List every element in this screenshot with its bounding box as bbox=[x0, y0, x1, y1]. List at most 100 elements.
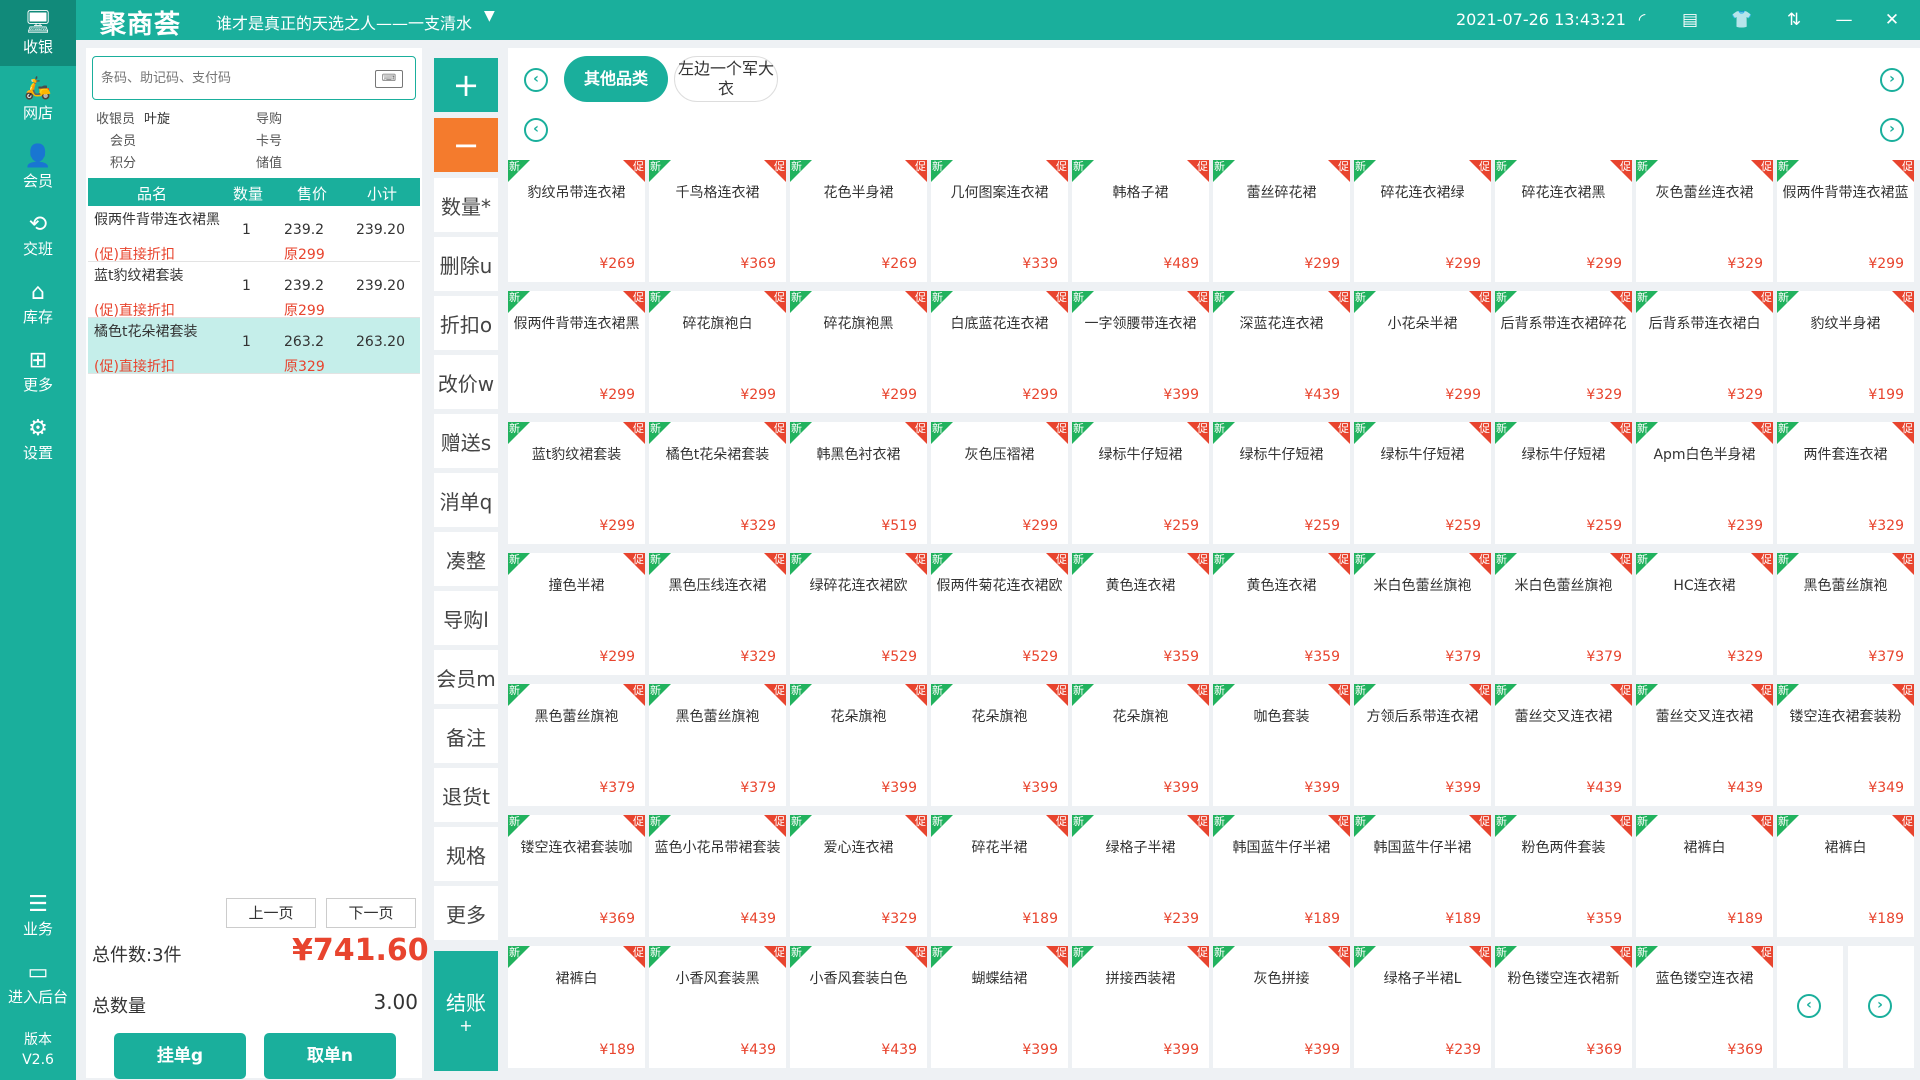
product-card[interactable]: 新 促裙裤白 ¥189 bbox=[508, 946, 645, 1068]
product-card[interactable]: 新 促后背系带连衣裙白 ¥329 bbox=[1636, 291, 1773, 413]
product-card[interactable]: 新 促爱心连衣裙 ¥329 bbox=[790, 815, 927, 937]
hold-order-button[interactable]: 挂单g bbox=[114, 1033, 246, 1079]
product-card[interactable]: 新 促黑色蕾丝旗袍 ¥379 bbox=[508, 684, 645, 806]
product-card[interactable]: 新 促蕾丝交叉连衣裙 ¥439 bbox=[1636, 684, 1773, 806]
product-card[interactable]: 新 促假两件菊花连衣裙欧 ¥529 bbox=[931, 553, 1068, 675]
product-card[interactable]: 新 促米白色蕾丝旗袍 ¥379 bbox=[1495, 553, 1632, 675]
product-card[interactable]: 新 促韩国蓝牛仔半裙 ¥189 bbox=[1354, 815, 1491, 937]
product-card[interactable]: 新 促粉色两件套装 ¥359 bbox=[1495, 815, 1632, 937]
product-card[interactable]: 新 促碎花旗袍白 ¥299 bbox=[649, 291, 786, 413]
category-prev-icon[interactable]: ‹ bbox=[524, 68, 548, 92]
product-card[interactable]: 新 促黄色连衣裙 ¥359 bbox=[1072, 553, 1209, 675]
nav-shift[interactable]: ⟲ 交班 bbox=[0, 202, 76, 268]
product-card[interactable]: 新 促深蓝花连衣裙 ¥439 bbox=[1213, 291, 1350, 413]
product-card[interactable]: 新 促绿格子半裙 ¥239 bbox=[1072, 815, 1209, 937]
cart-row-selected[interactable]: 橘色t花朵裙套装 (促)直接折扣 1 263.2 263.20 原329 bbox=[88, 318, 420, 375]
switch-icon[interactable]: ⇅ bbox=[1780, 6, 1808, 34]
nav-cashier[interactable]: 🖥 收银 bbox=[0, 0, 76, 66]
product-card[interactable]: 新 促黑色压线连衣裙 ¥329 bbox=[649, 553, 786, 675]
product-card[interactable]: 新 促碎花旗袍黑 ¥299 bbox=[790, 291, 927, 413]
product-card[interactable]: 新 促白底蓝花连衣裙 ¥299 bbox=[931, 291, 1068, 413]
add-qty-button[interactable]: + bbox=[434, 58, 498, 112]
grid-prev-cell[interactable]: ‹ bbox=[1777, 946, 1843, 1068]
slogan-dropdown-icon[interactable]: ▼ bbox=[484, 8, 495, 24]
product-card[interactable]: 新 促黑色蕾丝旗袍 ¥379 bbox=[1777, 553, 1914, 675]
subcategory-next-icon[interactable]: › bbox=[1880, 118, 1904, 142]
product-card[interactable]: 新 促假两件背带连衣裙黑 ¥299 bbox=[508, 291, 645, 413]
keyboard-icon[interactable]: ⌨ bbox=[375, 70, 403, 88]
quantity-button[interactable]: 数量* bbox=[434, 178, 498, 232]
return-button[interactable]: 退货t bbox=[434, 768, 498, 822]
product-card[interactable]: 新 促 HC连衣裙 ¥329 bbox=[1636, 553, 1773, 675]
change-price-button[interactable]: 改价w bbox=[434, 355, 498, 409]
product-card[interactable]: 新 促镂空连衣裙套装咖 ¥369 bbox=[508, 815, 645, 937]
product-card[interactable]: 新 促镂空连衣裙套装粉 ¥349 bbox=[1777, 684, 1914, 806]
product-card[interactable]: 新 促橘色t花朵裙套装 ¥329 bbox=[649, 422, 786, 544]
product-card[interactable]: 新 促花朵旗袍 ¥399 bbox=[790, 684, 927, 806]
category-tab[interactable]: 其他品类 bbox=[564, 56, 668, 102]
product-card[interactable]: 新 促后背系带连衣裙碎花 ¥329 bbox=[1495, 291, 1632, 413]
cart-row[interactable]: 假两件背带连衣裙黑 (促)直接折扣 1 239.2 239.20 原299 bbox=[88, 206, 420, 263]
product-card[interactable]: 新 促韩国蓝牛仔半裙 ¥189 bbox=[1213, 815, 1350, 937]
product-card[interactable]: 新 促一字领腰带连衣裙 ¥399 bbox=[1072, 291, 1209, 413]
product-card[interactable]: 新 促绿标牛仔短裙 ¥259 bbox=[1213, 422, 1350, 544]
product-card[interactable]: 新 促绿碎花连衣裙欧 ¥529 bbox=[790, 553, 927, 675]
retrieve-order-button[interactable]: 取单n bbox=[264, 1033, 396, 1079]
nav-member[interactable]: 👤 会员 bbox=[0, 134, 76, 200]
product-card[interactable]: 新 促几何图案连衣裙 ¥339 bbox=[931, 160, 1068, 282]
grid-next-icon[interactable]: › bbox=[1868, 994, 1892, 1018]
product-card[interactable]: 新 促撞色半裙 ¥299 bbox=[508, 553, 645, 675]
product-card[interactable]: 新 促蕾丝交叉连衣裙 ¥439 bbox=[1495, 684, 1632, 806]
product-card[interactable]: 新 促米白色蕾丝旗袍 ¥379 bbox=[1354, 553, 1491, 675]
barcode-search-input[interactable] bbox=[101, 57, 361, 97]
product-card[interactable]: 新 促小香风套装黑 ¥439 bbox=[649, 946, 786, 1068]
category-next-icon[interactable]: › bbox=[1880, 68, 1904, 92]
subcategory-prev-icon[interactable]: ‹ bbox=[524, 118, 548, 142]
product-card[interactable]: 新 促拼接西装裙 ¥399 bbox=[1072, 946, 1209, 1068]
product-card[interactable]: 新 促两件套连衣裙 ¥329 bbox=[1777, 422, 1914, 544]
product-card[interactable]: 新 促黄色连衣裙 ¥359 bbox=[1213, 553, 1350, 675]
product-card[interactable]: 新 促裙裤白 ¥189 bbox=[1777, 815, 1914, 937]
product-card[interactable]: 新 促灰色拼接 ¥399 bbox=[1213, 946, 1350, 1068]
category-tab[interactable]: 左边一个军大衣 bbox=[674, 56, 778, 102]
product-card[interactable]: 新 促碎花连衣裙黑 ¥299 bbox=[1495, 160, 1632, 282]
product-card[interactable]: 新 促灰色压褶裙 ¥299 bbox=[931, 422, 1068, 544]
gift-button[interactable]: 赠送s bbox=[434, 414, 498, 468]
spec-button[interactable]: 规格 bbox=[434, 827, 498, 881]
cancel-order-button[interactable]: 消单q bbox=[434, 473, 498, 527]
discount-button[interactable]: 折扣o bbox=[434, 296, 498, 350]
product-card[interactable]: 新 促裙裤白 ¥189 bbox=[1636, 815, 1773, 937]
minimize-icon[interactable]: — bbox=[1830, 6, 1858, 34]
close-icon[interactable]: ✕ bbox=[1878, 6, 1906, 34]
product-card[interactable]: 新 促咖色套装 ¥399 bbox=[1213, 684, 1350, 806]
product-card[interactable]: 新 促黑色蕾丝旗袍 ¥379 bbox=[649, 684, 786, 806]
shirt-icon[interactable]: 👕 bbox=[1728, 6, 1756, 34]
nav-inventory[interactable]: ⌂ 库存 bbox=[0, 270, 76, 336]
nav-more[interactable]: ⊞ 更多 bbox=[0, 338, 76, 404]
product-card[interactable]: 新 促蓝t豹纹裙套装 ¥299 bbox=[508, 422, 645, 544]
delete-button[interactable]: 删除u bbox=[434, 237, 498, 291]
product-card[interactable]: 新 促豹纹半身裙 ¥199 bbox=[1777, 291, 1914, 413]
prev-page-button[interactable]: 上一页 bbox=[226, 898, 316, 928]
product-card[interactable]: 新 促花朵旗袍 ¥399 bbox=[931, 684, 1068, 806]
product-card[interactable]: 新 促绿标牛仔短裙 ¥259 bbox=[1495, 422, 1632, 544]
product-card[interactable]: 新 促碎花连衣裙绿 ¥299 bbox=[1354, 160, 1491, 282]
product-card[interactable]: 新 促韩黑色衬衣裙 ¥519 bbox=[790, 422, 927, 544]
message-icon[interactable]: ▤ bbox=[1676, 6, 1704, 34]
nav-backend[interactable]: ▭ 进入后台 bbox=[0, 950, 76, 1016]
product-card[interactable]: 新 促小香风套装白色 ¥439 bbox=[790, 946, 927, 1068]
checkout-button[interactable]: 结账 + bbox=[434, 951, 498, 1071]
product-card[interactable]: 新 促韩格子裙 ¥489 bbox=[1072, 160, 1209, 282]
product-card[interactable]: 新 促灰色蕾丝连衣裙 ¥329 bbox=[1636, 160, 1773, 282]
nav-settings[interactable]: ⚙ 设置 bbox=[0, 406, 76, 472]
product-card[interactable]: 新 促小花朵半裙 ¥299 bbox=[1354, 291, 1491, 413]
product-card[interactable]: 新 促蓝色小花吊带裙套装 ¥439 bbox=[649, 815, 786, 937]
product-card[interactable]: 新 促碎花半裙 ¥189 bbox=[931, 815, 1068, 937]
product-card[interactable]: 新 促假两件背带连衣裙蓝 ¥299 bbox=[1777, 160, 1914, 282]
product-card[interactable]: 新 促方领后系带连衣裙 ¥399 bbox=[1354, 684, 1491, 806]
product-card[interactable]: 新 促花色半身裙 ¥269 bbox=[790, 160, 927, 282]
member-button[interactable]: 会员m bbox=[434, 650, 498, 704]
product-card[interactable]: 新 促花朵旗袍 ¥399 bbox=[1072, 684, 1209, 806]
nav-business[interactable]: ☰ 业务 bbox=[0, 882, 76, 948]
grid-prev-icon[interactable]: ‹ bbox=[1797, 994, 1821, 1018]
